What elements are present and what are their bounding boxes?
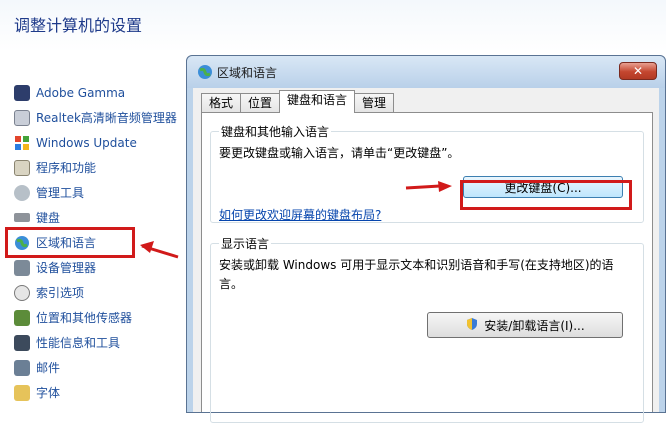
cp-item-performance[interactable]: 性能信息和工具: [14, 330, 189, 355]
tab-location[interactable]: 位置: [240, 93, 281, 113]
close-button[interactable]: ✕: [619, 62, 657, 80]
annotation-arrow-left: [140, 241, 179, 259]
cp-item-fonts[interactable]: 字体: [14, 380, 189, 405]
tab-administrative[interactable]: 管理: [354, 93, 395, 113]
dialog-body: 格式 位置 键盘和语言 管理 键盘和其他输入语言 要更改键盘或输入语言，请单击“…: [193, 88, 659, 423]
cp-item-label: 设备管理器: [36, 261, 97, 275]
tab-bar: 格式 位置 键盘和语言 管理: [201, 90, 395, 113]
globe-icon: [197, 64, 213, 80]
adobe-gamma-icon: [14, 84, 30, 101]
cp-item-programs[interactable]: 程序和功能: [14, 155, 189, 180]
performance-icon: [14, 334, 30, 351]
region-language-dialog: 区域和语言 ✕ 格式 位置 键盘和语言 管理 键盘和其他输入语言 要更改键盘或输…: [186, 55, 666, 423]
cp-item-sensors[interactable]: 位置和其他传感器: [14, 305, 189, 330]
cp-item-mail[interactable]: 邮件: [14, 355, 189, 380]
keyboard-icon: [14, 213, 30, 222]
display-language-group: 显示语言 安装或卸载 Windows 可用于显示文本和识别语音和手写(在支持地区…: [210, 235, 644, 423]
dialog-titlebar[interactable]: 区域和语言 ✕: [187, 56, 665, 88]
install-button-label: 安装/卸载语言(I)...: [484, 318, 585, 333]
display-language-group-label: 显示语言: [219, 235, 272, 252]
display-language-description-line1: 安装或卸载 Windows 可用于显示文本和识别语音和手写(在支持地区)的语: [219, 258, 614, 272]
tab-formats[interactable]: 格式: [201, 93, 242, 113]
cp-item-label: 性能信息和工具: [36, 336, 121, 350]
install-uninstall-languages-button[interactable]: 安装/卸载语言(I)...: [427, 312, 623, 338]
cp-item-adobe-gamma[interactable]: Adobe Gamma: [14, 80, 189, 105]
fonts-icon: [14, 384, 30, 401]
cp-item-admin-tools[interactable]: 管理工具: [14, 180, 189, 205]
cp-item-label: Realtek高清晰音频管理器: [36, 111, 177, 125]
cp-item-indexing[interactable]: 索引选项: [14, 280, 189, 305]
annotation-arrow-right: [405, 181, 452, 192]
cp-item-label: 程序和功能: [36, 161, 97, 175]
mail-icon: [14, 359, 30, 376]
cp-item-region-language[interactable]: 区域和语言: [5, 227, 135, 258]
cp-item-realtek[interactable]: Realtek高清晰音频管理器: [14, 105, 189, 130]
device-manager-icon: [14, 259, 30, 276]
cp-item-label: 邮件: [36, 361, 61, 375]
keyboard-group-label: 键盘和其他输入语言: [219, 123, 332, 140]
cp-item-label: 键盘: [36, 211, 61, 225]
keyboard-description: 要更改键盘或输入语言，请单击“更改键盘”。: [219, 146, 460, 160]
keyboard-layout-help-link[interactable]: 如何更改欢迎屏幕的键盘布局?: [219, 206, 381, 223]
indexing-icon: [14, 284, 30, 301]
display-language-description-line2: 言。: [219, 277, 244, 291]
shield-icon: [465, 317, 479, 334]
cp-item-label: 位置和其他传感器: [36, 311, 133, 325]
speaker-icon: [14, 109, 30, 126]
admin-tools-icon: [14, 184, 30, 201]
cp-item-label: 索引选项: [36, 286, 85, 300]
cp-item-keyboard[interactable]: 键盘: [14, 205, 189, 230]
cp-item-label: 管理工具: [36, 186, 85, 200]
annotation-highlight-box: [460, 180, 632, 210]
programs-icon: [14, 159, 30, 176]
cp-item-label: 字体: [36, 386, 61, 400]
cp-item-label: Windows Update: [36, 135, 137, 150]
windows-update-icon: [14, 135, 30, 151]
globe-icon: [14, 235, 30, 251]
sensor-icon: [14, 309, 30, 326]
cp-item-label: Adobe Gamma: [36, 85, 126, 100]
tab-keyboards-languages[interactable]: 键盘和语言: [279, 90, 356, 113]
cp-item-label: 区域和语言: [36, 236, 97, 250]
page-title: 调整计算机的设置: [14, 16, 143, 35]
dialog-title: 区域和语言: [217, 66, 278, 80]
tab-panel: 键盘和其他输入语言 要更改键盘或输入语言，请单击“更改键盘”。 更改键盘(C).…: [201, 112, 653, 423]
cp-item-windows-update[interactable]: Windows Update: [14, 130, 189, 155]
